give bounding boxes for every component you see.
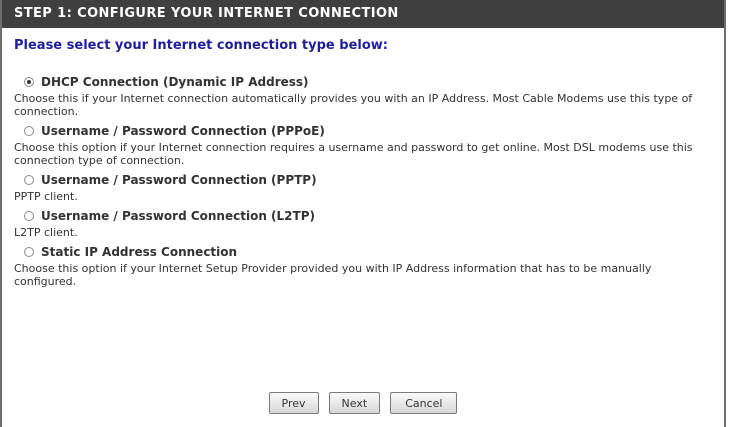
pppoe-radio[interactable] (24, 126, 34, 136)
next-button[interactable]: Next (328, 392, 381, 414)
static-ip-label[interactable]: Static IP Address Connection (41, 245, 237, 259)
static-ip-description: Choose this option if your Internet Setu… (14, 262, 652, 288)
pppoe-description: Choose this option if your Internet conn… (14, 141, 693, 167)
static-ip-radio[interactable] (24, 247, 34, 257)
wizard-buttons: Prev Next Cancel (2, 392, 724, 414)
step-header: STEP 1: CONFIGURE YOUR INTERNET CONNECTI… (2, 0, 724, 28)
pptp-radio[interactable] (24, 175, 34, 185)
option-dhcp: DHCP Connection (Dynamic IP Address) Cho… (14, 73, 714, 118)
l2tp-description: L2TP client. (14, 226, 78, 239)
connection-type-prompt: Please select your Internet connection t… (14, 38, 388, 53)
pptp-description: PPTP client. (14, 190, 78, 203)
option-static-ip: Static IP Address Connection Choose this… (14, 243, 714, 288)
connection-options: DHCP Connection (Dynamic IP Address) Cho… (14, 73, 714, 288)
option-pptp: Username / Password Connection (PPTP) PP… (14, 171, 714, 203)
l2tp-label[interactable]: Username / Password Connection (L2TP) (41, 209, 315, 223)
dhcp-radio[interactable] (24, 77, 34, 87)
prev-button[interactable]: Prev (268, 392, 319, 414)
pppoe-label[interactable]: Username / Password Connection (PPPoE) (41, 124, 325, 138)
pptp-label[interactable]: Username / Password Connection (PPTP) (41, 173, 317, 187)
dhcp-description: Choose this if your Internet connection … (14, 92, 693, 118)
dhcp-label[interactable]: DHCP Connection (Dynamic IP Address) (41, 75, 309, 89)
wizard-panel: STEP 1: CONFIGURE YOUR INTERNET CONNECTI… (0, 0, 726, 427)
option-pppoe: Username / Password Connection (PPPoE) C… (14, 122, 714, 167)
option-l2tp: Username / Password Connection (L2TP) L2… (14, 207, 714, 239)
cancel-button[interactable]: Cancel (390, 392, 458, 414)
l2tp-radio[interactable] (24, 211, 34, 221)
